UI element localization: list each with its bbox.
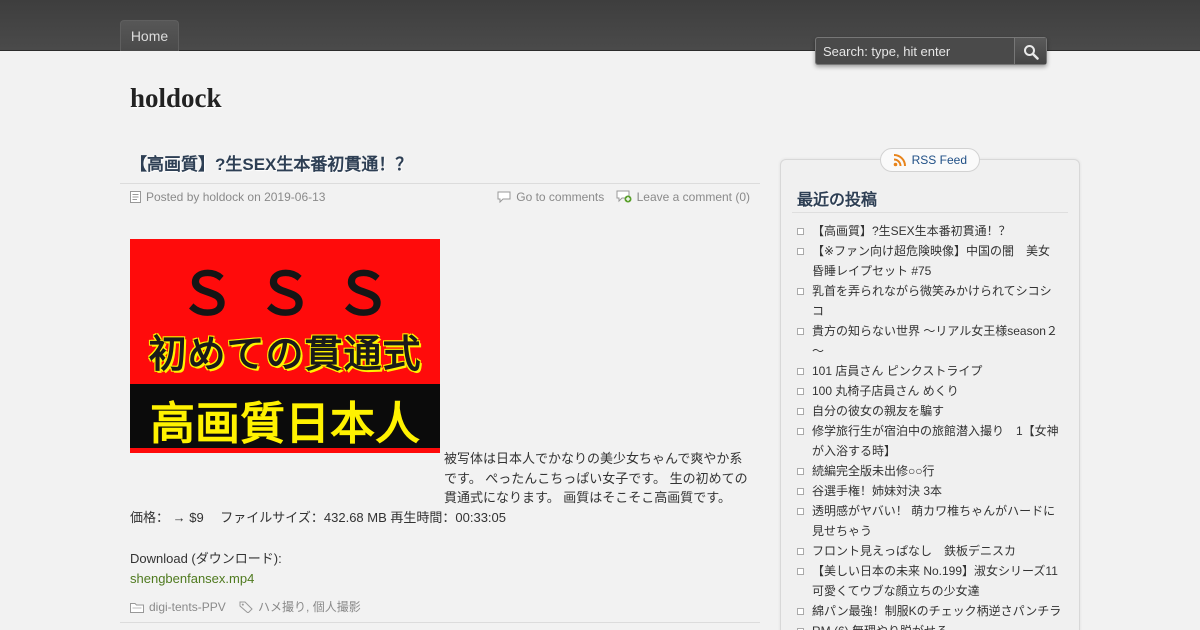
post-meta: Posted by holdock on 2019-06-13 Go to co…: [120, 185, 760, 209]
post-content: 被写体は日本人でかなりの美少女ちゃんで爽やか系です。 ぺったんこちっぱい女子です…: [130, 449, 750, 588]
site-title[interactable]: holdock: [130, 83, 222, 114]
search-box: [815, 37, 1047, 65]
category-link[interactable]: digi-tents-PPV: [149, 600, 226, 614]
recent-post-link[interactable]: 貴方の知らない世界 ～リアル女王様season２～: [797, 321, 1062, 361]
image-text-hq-japanese: 高画質日本人: [149, 397, 420, 450]
rss-feed-label: RSS Feed: [911, 153, 967, 167]
widget-divider: [792, 212, 1068, 213]
rss-icon: [893, 154, 906, 167]
post-price-info: 価格： → $9 ファイルサイズ：432.68 MB 再生時間：00:33:05: [130, 509, 506, 525]
recent-post-link[interactable]: 【※ファン向け超危険映像】中国の闇 美女昏睡レイプセット #75: [797, 241, 1062, 281]
search-icon: [1024, 45, 1039, 60]
recent-post-link[interactable]: 透明感がヤバい！ 萌カワ椎ちゃんがハードに見せちゃう: [797, 501, 1062, 541]
image-text-sss: ＳＳＳ: [177, 260, 412, 328]
download-section: Download (ダウンロード): shengbenfansex.mp4: [130, 549, 750, 588]
download-file-link[interactable]: shengbenfansex.mp4: [130, 569, 750, 589]
tag-icon: [239, 601, 253, 613]
post-description: 被写体は日本人でかなりの美少女ちゃんで爽やか系です。 ぺったんこちっぱい女子です…: [444, 451, 748, 505]
recent-posts-list: 【高画質】?生SEX生本番初貫通！？ 【※ファン向け超危険映像】中国の闇 美女昏睡…: [797, 221, 1070, 630]
leave-comment-link[interactable]: Leave a comment (0): [637, 190, 750, 204]
recent-post-link[interactable]: 100 丸椅子店員さん めくり: [797, 381, 1062, 401]
search-button[interactable]: [1014, 38, 1046, 64]
recent-post-link[interactable]: 自分の彼女の親友を騙す: [797, 401, 1062, 421]
recent-post-link[interactable]: 【高画質】?生SEX生本番初貫通！？: [797, 221, 1062, 241]
recent-posts-heading: 最近の投稿: [797, 192, 878, 209]
recent-post-link[interactable]: 乳首を弄られながら微笑みかけられてシコシコ: [797, 281, 1062, 321]
post-thumbnail-image[interactable]: ＳＳＳ 初めての貫通式 高画質日本人: [130, 239, 440, 453]
post-footer-divider: [120, 622, 760, 623]
add-comment-icon: [616, 190, 632, 203]
document-icon: [130, 191, 141, 203]
recent-post-link[interactable]: 綿パン最強！制服Kのチェック柄逆さパンチラ: [797, 601, 1062, 621]
recent-post-link[interactable]: 【美しい日本の未来 No.199】淑女シリーズ11 可愛くてウブな顔立ちの少女達: [797, 561, 1070, 601]
recent-post-link[interactable]: 続編完全版未出修○○行: [797, 461, 1062, 481]
recent-post-link[interactable]: RM (6) 無理やり脱がせる: [797, 621, 1062, 630]
download-label: Download (ダウンロード):: [130, 551, 282, 566]
post-title[interactable]: 【高画質】?生SEX生本番初貫通！？: [120, 148, 760, 184]
blog-post: 【高画質】?生SEX生本番初貫通！？ Posted by holdock on …: [120, 148, 760, 623]
image-text-first-time: 初めての貫通式: [148, 331, 422, 376]
post-footer: digi-tents-PPV ハメ撮り, 個人撮影: [120, 598, 760, 623]
search-input[interactable]: [816, 38, 1014, 64]
posted-by-text: Posted by holdock on 2019-06-13: [146, 190, 326, 204]
recent-post-link[interactable]: 谷選手権！姉妹対決 3本: [797, 481, 1062, 501]
recent-post-link[interactable]: 修学旅行生が宿泊中の旅館潜入撮り 1【女神が入浴する時】: [797, 421, 1062, 461]
go-to-comments-link[interactable]: Go to comments: [516, 190, 604, 204]
recent-post-link[interactable]: フロント見えっぱなし 鉄板デニスカ: [797, 541, 1062, 561]
nav-home-tab[interactable]: Home: [120, 20, 179, 51]
comment-bubble-icon: [497, 191, 511, 203]
tags-links[interactable]: ハメ撮り, 個人撮影: [258, 600, 361, 614]
folder-icon: [130, 603, 144, 613]
recent-post-link[interactable]: 101 店員さん ピンクストライプ: [797, 361, 1062, 381]
rss-feed-button[interactable]: RSS Feed: [880, 148, 980, 172]
